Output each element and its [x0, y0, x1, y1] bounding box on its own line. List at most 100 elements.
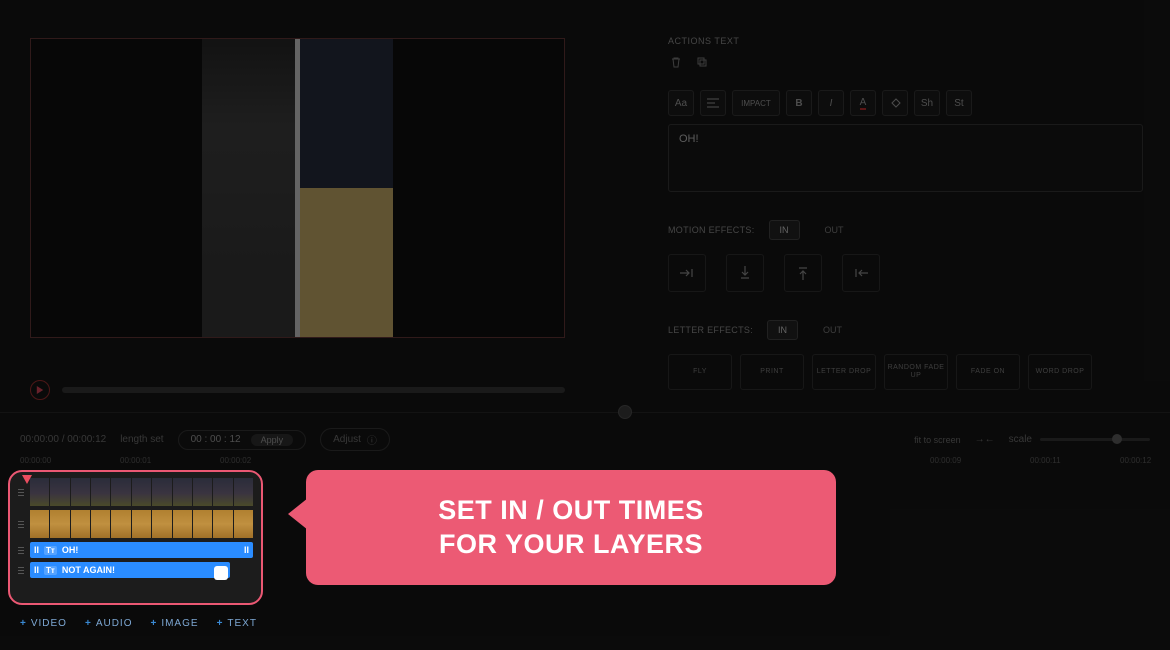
add-video-label: VIDEO: [31, 618, 67, 629]
time-display: 00:00:00 / 00:00:12: [20, 434, 106, 445]
ruler-tick: 00:00:02: [220, 456, 251, 465]
letter-drop-button[interactable]: LETTER DROP: [812, 354, 876, 390]
fill-color-button[interactable]: [882, 90, 908, 116]
letter-effects-row: LETTER EFFECTS: IN OUT: [668, 320, 1143, 340]
font-family-button[interactable]: IMPACT: [732, 90, 780, 116]
track-drag-handle[interactable]: [18, 562, 26, 578]
add-image-label: IMAGE: [161, 618, 198, 629]
fit-to-screen-button[interactable]: fit to screen: [914, 435, 961, 445]
video-clip-thumbs[interactable]: [30, 510, 253, 538]
length-input[interactable]: 00 : 00 : 12: [191, 434, 241, 445]
bold-button[interactable]: B: [786, 90, 812, 116]
duplicate-icon[interactable]: [694, 54, 710, 70]
apply-button[interactable]: Apply: [251, 434, 294, 446]
plus-icon: +: [85, 618, 92, 629]
arrow-up-stop-icon: [797, 265, 809, 281]
arrow-down-stop-icon: [739, 265, 751, 281]
letter-print-button[interactable]: PRINT: [740, 354, 804, 390]
add-layer-row: +VIDEO +AUDIO +IMAGE +TEXT: [20, 618, 257, 629]
add-audio-button[interactable]: + AUDIO: [85, 618, 133, 629]
motion-down-button[interactable]: [726, 254, 764, 292]
timeline-controls-row: 00:00:00 / 00:00:12 length set 00 : 00 :…: [20, 428, 1150, 451]
letter-effects-label: LETTER EFFECTS:: [668, 325, 753, 335]
stroke-button[interactable]: St: [946, 90, 972, 116]
video-editor-app: ACTIONS TEXT Aa IMPACT B I A Sh St OH! M…: [0, 0, 1170, 650]
motion-up-button[interactable]: [784, 254, 822, 292]
motion-in-tab[interactable]: IN: [769, 220, 800, 240]
play-button[interactable]: [30, 380, 50, 400]
paint-bucket-icon: [889, 97, 901, 109]
panel-divider: [0, 412, 1170, 413]
plus-icon: +: [20, 618, 27, 629]
text-clip-not-again[interactable]: II Tт NOT AGAIN! ☜: [30, 562, 230, 578]
timeline-layers-highlight: II Tт OH! II II Tт NOT AGAIN! ☜: [8, 470, 263, 605]
track-drag-handle[interactable]: [18, 510, 26, 538]
scale-slider[interactable]: [1040, 438, 1150, 441]
add-video-button[interactable]: + VIDEO: [20, 618, 67, 629]
ruler-tick: 00:00:12: [1120, 456, 1151, 465]
video-clip-thumbs[interactable]: [30, 478, 253, 506]
shadow-button[interactable]: Sh: [914, 90, 940, 116]
letter-word-drop-button[interactable]: WORD DROP: [1028, 354, 1092, 390]
text-color-button[interactable]: A: [850, 90, 876, 116]
text-clip-label: OH!: [62, 545, 79, 555]
italic-button[interactable]: I: [818, 90, 844, 116]
letter-effect-buttons: FLY PRINT LETTER DROP RANDOM FADE UP FAD…: [668, 354, 1143, 390]
playback-bar: [30, 380, 565, 400]
motion-effects-label: MOTION EFFECTS:: [668, 225, 755, 235]
motion-effects-row: MOTION EFFECTS: IN OUT: [668, 220, 1143, 240]
tutorial-callout-text: SET IN / OUT TIMES FOR YOUR LAYERS: [438, 494, 704, 562]
fit-arrow-icon: →←: [975, 434, 995, 445]
scale-control: scale: [1009, 434, 1150, 445]
align-button[interactable]: [700, 90, 726, 116]
video-track-1[interactable]: [18, 478, 253, 506]
arrow-left-stop-icon: [853, 267, 869, 279]
letter-out-tab[interactable]: OUT: [812, 320, 853, 340]
callout-line-2: FOR YOUR LAYERS: [439, 529, 703, 559]
text-clip-oh[interactable]: II Tт OH! II: [30, 542, 253, 558]
ruler-tick: 00:00:00: [20, 456, 51, 465]
text-type-icon: Tт: [44, 566, 57, 575]
motion-left-button[interactable]: [842, 254, 880, 292]
info-icon: ⓘ: [367, 432, 377, 447]
text-format-toolbar: Aa IMPACT B I A Sh St: [668, 90, 1143, 116]
font-size-button[interactable]: Aa: [668, 90, 694, 116]
tutorial-callout: SET IN / OUT TIMES FOR YOUR LAYERS: [306, 470, 836, 585]
add-image-button[interactable]: +IMAGE: [150, 618, 198, 629]
ruler-tick: 00:00:11: [1030, 456, 1061, 465]
scale-thumb[interactable]: [1112, 434, 1122, 444]
letter-fade-on-button[interactable]: FADE ON: [956, 354, 1020, 390]
letter-in-tab[interactable]: IN: [767, 320, 798, 340]
video-track-2[interactable]: [18, 510, 253, 538]
scale-label: scale: [1009, 434, 1032, 445]
ruler-tick: 00:00:09: [930, 456, 961, 465]
text-clip-label: NOT AGAIN!: [62, 565, 115, 575]
add-audio-label: AUDIO: [96, 618, 133, 629]
trash-icon[interactable]: [668, 54, 684, 70]
adjust-label: Adjust: [333, 434, 361, 445]
action-icon-row: [668, 54, 1143, 70]
text-color-icon: A: [860, 97, 867, 110]
preview-clip-left: [202, 39, 295, 337]
text-track-1[interactable]: II Tт OH! II: [18, 542, 253, 558]
timeline-playhead[interactable]: [22, 475, 32, 485]
plus-icon: +: [217, 618, 224, 629]
play-icon: [36, 386, 44, 394]
adjust-button[interactable]: Adjust ⓘ: [320, 428, 390, 451]
length-set-label: length set: [120, 434, 163, 445]
text-track-2[interactable]: II Tт NOT AGAIN! ☜: [18, 562, 253, 578]
motion-out-tab[interactable]: OUT: [814, 220, 855, 240]
length-input-group: 00 : 00 : 12 Apply: [178, 430, 307, 450]
preview-canvas[interactable]: [30, 38, 565, 338]
motion-right-button[interactable]: [668, 254, 706, 292]
letter-fly-button[interactable]: FLY: [668, 354, 732, 390]
playback-scrubber[interactable]: [62, 387, 565, 393]
panel-resize-handle[interactable]: [618, 405, 632, 419]
text-content-input[interactable]: OH!: [668, 124, 1143, 192]
clip-end-handle[interactable]: II: [244, 545, 249, 555]
add-text-button[interactable]: +TEXT: [217, 618, 257, 629]
letter-random-fade-button[interactable]: RANDOM FADE UP: [884, 354, 948, 390]
ruler-tick: 00:00:01: [120, 456, 151, 465]
track-drag-handle[interactable]: [18, 542, 26, 558]
clip-pause-icon: II: [34, 545, 39, 555]
